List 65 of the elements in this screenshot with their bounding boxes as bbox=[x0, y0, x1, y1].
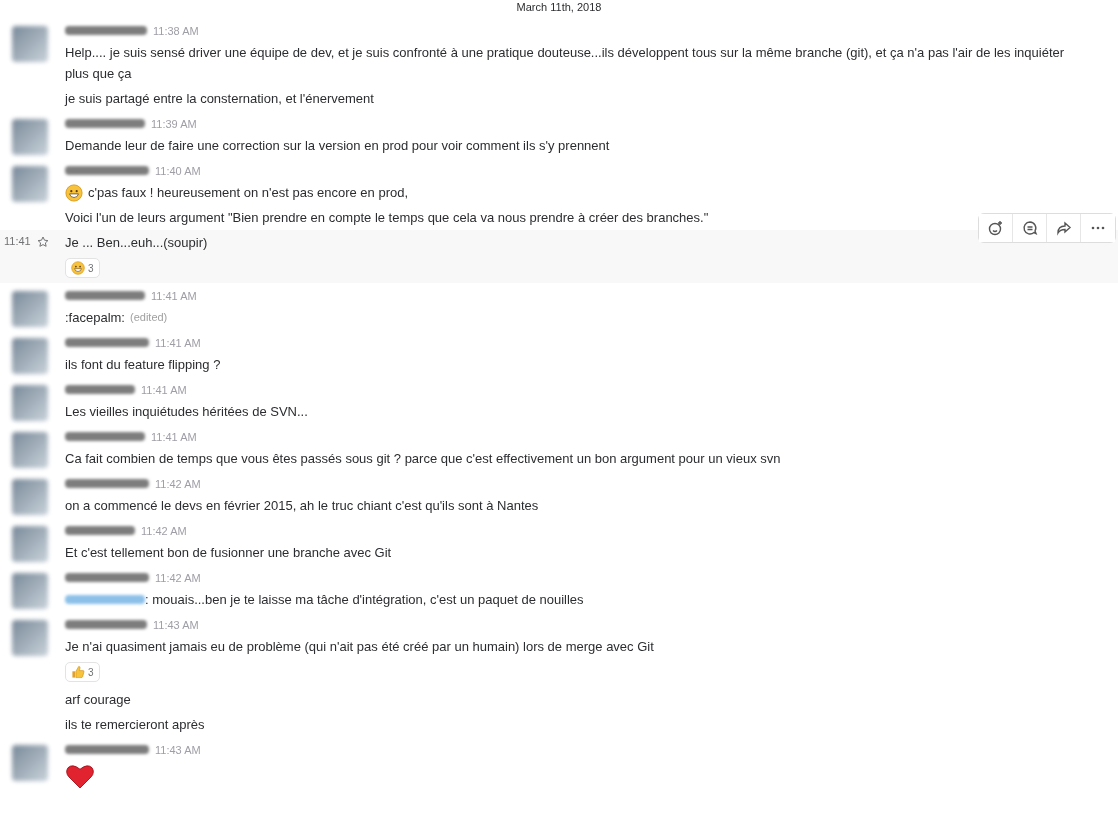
avatar-placeholder[interactable] bbox=[12, 745, 48, 781]
message-time[interactable]: 11:41 AM bbox=[155, 336, 201, 349]
add-reaction-icon bbox=[987, 220, 1004, 236]
avatar-placeholder[interactable] bbox=[12, 479, 48, 515]
share-arrow-icon bbox=[1055, 220, 1072, 236]
blurred-username[interactable] bbox=[65, 291, 145, 300]
blurred-username[interactable] bbox=[65, 479, 149, 488]
blurred-mention[interactable] bbox=[65, 595, 145, 604]
message-text: Voici l'un de leurs argument "Bien prendre en compte le temps que cela va nous prendre à créer des branches." bbox=[65, 209, 709, 227]
message-text: arf courage bbox=[65, 691, 131, 709]
grinning-face-icon bbox=[71, 261, 85, 275]
message-text: :facepalm: bbox=[65, 309, 125, 327]
message-text: on a commencé le devs en février 2015, ah le truc chiant c'est qu'ils sont à Nantes bbox=[65, 497, 539, 515]
message-time[interactable]: 11:42 AM bbox=[155, 477, 201, 490]
avatar-placeholder[interactable] bbox=[12, 620, 48, 656]
message-text: Demande leur de faire une correction sur la version en prod pour voir comment ils s'y prennent bbox=[65, 137, 610, 155]
blurred-username[interactable] bbox=[65, 385, 135, 394]
message-text: : mouais...ben je te laisse ma tâche d'intégration, c'est un paquet de nouilles bbox=[145, 591, 584, 609]
avatar-placeholder[interactable] bbox=[12, 291, 48, 327]
message-time[interactable]: 11:38 AM bbox=[153, 24, 199, 37]
edited-label: (edited) bbox=[130, 310, 168, 325]
speech-bubble-icon bbox=[1021, 220, 1038, 236]
reaction-pill[interactable]: 3 bbox=[65, 662, 100, 682]
avatar-placeholder[interactable] bbox=[12, 432, 48, 468]
star-icon[interactable] bbox=[36, 236, 49, 248]
avatar-placeholder[interactable] bbox=[12, 338, 48, 374]
message-time[interactable]: 11:40 AM bbox=[155, 164, 201, 177]
message-text: Les vieilles inquiétudes héritées de SVN... bbox=[65, 403, 308, 421]
blurred-username[interactable] bbox=[65, 573, 149, 582]
blurred-username[interactable] bbox=[65, 526, 135, 535]
avatar-placeholder[interactable] bbox=[12, 573, 48, 609]
message-time: 11:41 bbox=[4, 235, 31, 247]
avatar-placeholder[interactable] bbox=[12, 26, 48, 62]
date-divider: March 11th, 2018 bbox=[516, 1, 602, 13]
thumbs-up-icon bbox=[71, 665, 85, 679]
grinning-face-icon bbox=[65, 183, 83, 202]
blurred-username[interactable] bbox=[65, 166, 149, 175]
avatar-placeholder[interactable] bbox=[12, 526, 48, 562]
message-time[interactable]: 11:41 AM bbox=[141, 383, 187, 396]
message-text: ils te remercieront après bbox=[65, 716, 205, 734]
blurred-username[interactable] bbox=[65, 119, 145, 128]
message-time[interactable]: 11:43 AM bbox=[153, 618, 199, 631]
avatar-placeholder[interactable] bbox=[12, 166, 48, 202]
reaction-button[interactable] bbox=[979, 214, 1013, 242]
blurred-username[interactable] bbox=[65, 432, 145, 441]
reaction-pill[interactable]: 3 bbox=[65, 258, 100, 278]
message-text: ils font du feature flipping ? bbox=[65, 356, 221, 374]
message-text: Ca fait combien de temps que vous êtes passés sous git ? parce que c'est effectivement un bon argument pour un vieux svn bbox=[65, 450, 781, 468]
blurred-username[interactable] bbox=[65, 26, 147, 35]
message-time[interactable]: 11:41 AM bbox=[151, 289, 197, 302]
message-text: je suis partagé entre la consternation, et l'énervement bbox=[65, 90, 374, 108]
message-text: c'pas faux ! heureusement on n'est pas encore en prod, bbox=[88, 184, 409, 202]
message-time[interactable]: 11:41 AM bbox=[151, 430, 197, 443]
blurred-username[interactable] bbox=[65, 620, 147, 629]
avatar-placeholder[interactable] bbox=[12, 385, 48, 421]
message-time[interactable]: 11:39 AM bbox=[151, 117, 197, 130]
message-time[interactable]: 11:43 AM bbox=[155, 743, 201, 756]
message-text: Je ... Ben...euh...(soupir) bbox=[65, 234, 208, 252]
blurred-username[interactable] bbox=[65, 338, 149, 347]
message-text: Je n'ai quasiment jamais eu de problème (qui n'ait pas été créé par un humain) lors de merge avec Git bbox=[65, 638, 654, 656]
message-time[interactable]: 11:42 AM bbox=[141, 524, 187, 537]
blurred-username[interactable] bbox=[65, 745, 149, 754]
avatar-placeholder[interactable] bbox=[12, 119, 48, 155]
message-text: Et c'est tellement bon de fusionner une branche avec Git bbox=[65, 544, 392, 562]
message-time[interactable]: 11:42 AM bbox=[155, 571, 201, 584]
